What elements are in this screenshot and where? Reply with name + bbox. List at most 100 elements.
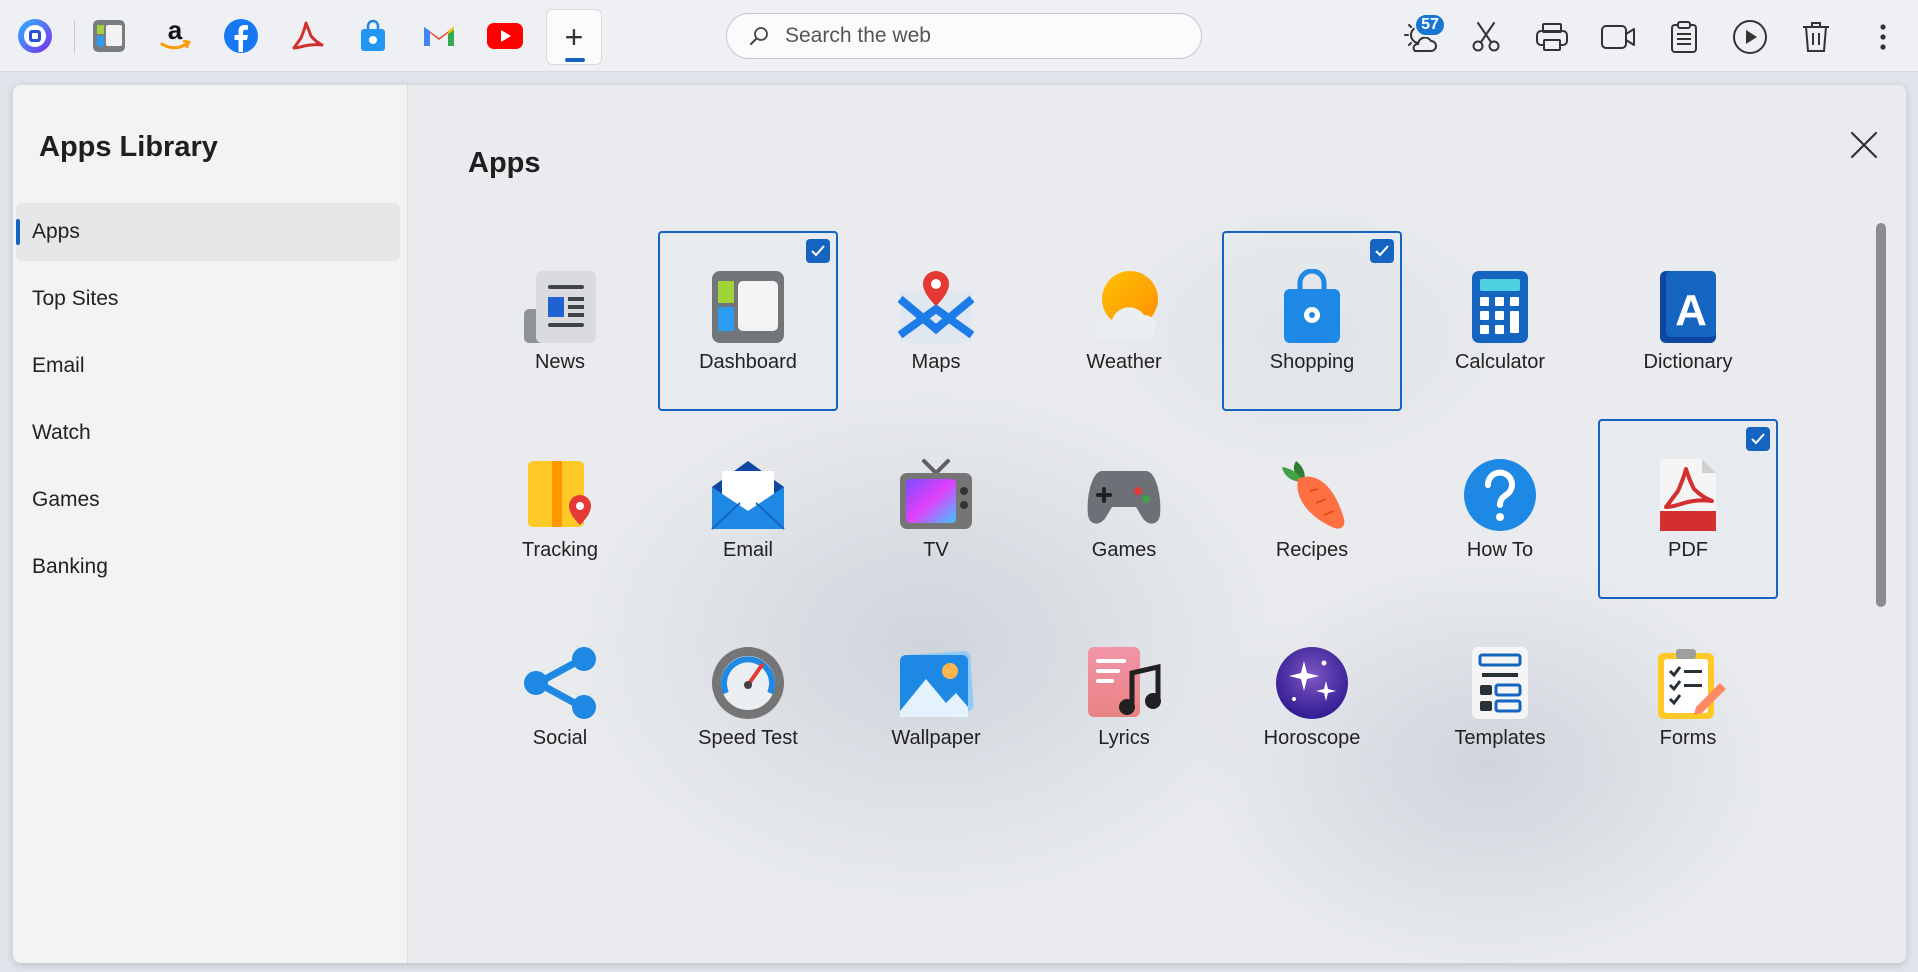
weather-app-icon [1094, 271, 1158, 339]
recipes-icon [1282, 461, 1345, 529]
top-bar: a + 57 [0, 0, 1918, 72]
close-button[interactable] [1842, 123, 1886, 167]
app-label: PDF [1668, 539, 1708, 561]
dashboard-shortcut-icon[interactable] [82, 10, 136, 62]
main-content: Apps News Dashboard Maps Weather Shoppin… [408, 85, 1906, 963]
lyrics-icon [1088, 647, 1161, 717]
sidebar-item-label: Top Sites [32, 287, 119, 310]
app-label: News [534, 351, 585, 373]
app-tile-speed-test[interactable]: Speed Test [658, 607, 838, 787]
active-indicator [565, 58, 585, 62]
app-tile-shopping[interactable]: Shopping [1222, 231, 1402, 411]
play-icon[interactable] [1727, 14, 1773, 60]
app-tile-pdf[interactable]: PDF [1598, 419, 1778, 599]
shopping-icon [1284, 269, 1340, 343]
horoscope-icon [1276, 647, 1348, 719]
youtube-icon[interactable] [478, 10, 532, 62]
app-label: Games [1091, 539, 1157, 561]
how-to-icon [1464, 459, 1536, 531]
app-label: Calculator [1454, 351, 1546, 373]
forms-icon [1658, 649, 1726, 719]
browser-logo-icon[interactable] [8, 10, 62, 62]
app-tile-social[interactable]: Social [470, 607, 650, 787]
printer-icon[interactable] [1529, 14, 1575, 60]
social-icon [524, 647, 596, 719]
trash-icon[interactable] [1793, 14, 1839, 60]
app-label: Dictionary [1643, 351, 1733, 373]
app-label: Social [532, 727, 588, 749]
sidebar-item-label: Games [32, 488, 100, 511]
sidebar-title: Apps Library [39, 131, 218, 163]
app-tile-tracking[interactable]: Tracking [470, 419, 650, 599]
video-icon[interactable] [1595, 14, 1641, 60]
selected-checkbox[interactable] [806, 239, 830, 263]
games-icon [1087, 471, 1161, 524]
close-icon [1850, 131, 1878, 159]
amazon-icon[interactable]: a [148, 10, 202, 62]
clipboard-icon[interactable] [1661, 14, 1707, 60]
sidebar-item-label: Email [32, 354, 85, 377]
facebook-icon[interactable] [214, 10, 268, 62]
app-tile-how-to[interactable]: How To [1410, 419, 1590, 599]
app-label: How To [1466, 539, 1534, 561]
app-label: Tracking [522, 539, 598, 561]
scrollbar[interactable] [1874, 223, 1888, 609]
app-label: Wallpaper [891, 727, 981, 749]
app-tile-weather[interactable]: Weather [1034, 231, 1214, 411]
app-label: TV [923, 539, 949, 561]
sidebar-item-top-sites[interactable]: Top Sites [16, 270, 400, 328]
checkmark-icon [811, 245, 825, 257]
svg-text:A: A [1675, 286, 1707, 335]
sidebar-item-watch[interactable]: Watch [16, 404, 400, 462]
sidebar-item-apps[interactable]: Apps [16, 203, 400, 261]
app-label: Speed Test [698, 727, 798, 749]
app-tile-email[interactable]: Email [658, 419, 838, 599]
news-icon [524, 271, 596, 343]
sidebar-item-games[interactable]: Games [16, 471, 400, 529]
app-tile-recipes[interactable]: Recipes [1222, 419, 1402, 599]
checkmark-icon [1751, 433, 1765, 445]
gmail-icon[interactable] [412, 10, 466, 62]
selected-checkbox[interactable] [1746, 427, 1770, 451]
search-icon [750, 27, 768, 45]
search-input[interactable] [785, 24, 1165, 48]
app-label: Templates [1454, 727, 1546, 749]
email-icon [711, 461, 785, 530]
app-tile-templates[interactable]: Templates [1410, 607, 1590, 787]
sidebar-item-email[interactable]: Email [16, 337, 400, 395]
search-box[interactable] [726, 13, 1202, 59]
scrollbar-thumb[interactable] [1876, 223, 1886, 607]
pdf-shortcut-icon[interactable] [280, 10, 334, 62]
speed-test-icon [712, 647, 784, 719]
app-tile-horoscope[interactable]: Horoscope [1222, 607, 1402, 787]
app-tile-wallpaper[interactable]: Wallpaper [846, 607, 1026, 787]
app-tile-news[interactable]: News [470, 231, 650, 411]
toolbar-separator [74, 20, 75, 54]
app-label: Maps [911, 351, 961, 373]
app-tile-maps[interactable]: Maps [846, 231, 1026, 411]
maps-icon [898, 271, 974, 343]
app-tile-games[interactable]: Games [1034, 419, 1214, 599]
sidebar-item-banking[interactable]: Banking [16, 538, 400, 596]
shopping-shortcut-icon[interactable] [346, 10, 400, 62]
wallpaper-icon [900, 651, 974, 717]
app-tile-lyrics[interactable]: Lyrics [1034, 607, 1214, 787]
add-shortcut-button[interactable]: + [546, 9, 602, 65]
sidebar: Apps Library Apps Top Sites Email Watch … [13, 85, 408, 963]
app-tile-dashboard[interactable]: Dashboard [658, 231, 838, 411]
dashboard-icon [712, 271, 784, 343]
app-label: Horoscope [1263, 727, 1361, 749]
sidebar-nav: Apps Top Sites Email Watch Games Banking [16, 203, 400, 605]
app-tile-dictionary[interactable]: A Dictionary [1598, 231, 1778, 411]
app-tile-forms[interactable]: Forms [1598, 607, 1778, 787]
app-tile-calculator[interactable]: Calculator [1410, 231, 1590, 411]
pdf-icon [1660, 459, 1716, 531]
selected-checkbox[interactable] [1370, 239, 1394, 263]
app-label: Dashboard [699, 351, 797, 373]
more-icon[interactable] [1860, 14, 1906, 60]
app-tile-tv[interactable]: TV [846, 419, 1026, 599]
weather-badge: 57 [1414, 13, 1446, 37]
sidebar-item-label: Apps [32, 220, 80, 243]
app-label: Lyrics [1098, 727, 1150, 749]
scissors-icon[interactable] [1463, 14, 1509, 60]
